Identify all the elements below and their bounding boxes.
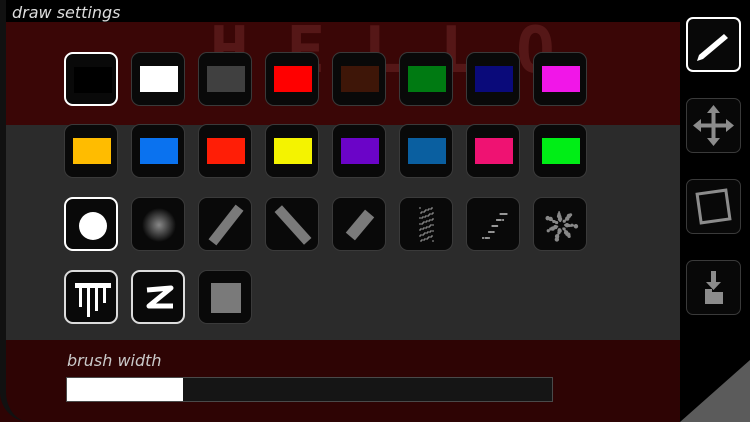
color-chip bbox=[408, 66, 446, 92]
color-swatch-blue[interactable] bbox=[131, 124, 185, 178]
color-swatch-navy[interactable] bbox=[466, 52, 520, 106]
brush-chisel-small[interactable] bbox=[332, 197, 386, 251]
brush-width-fill bbox=[67, 378, 184, 401]
color-chip bbox=[475, 66, 513, 92]
corner-resize-handle[interactable] bbox=[680, 360, 750, 422]
brush-drip[interactable] bbox=[64, 270, 118, 324]
panel-title: draw settings bbox=[12, 3, 121, 22]
brush-round-hard-icon bbox=[79, 212, 107, 240]
color-chip bbox=[274, 138, 312, 164]
color-swatch-green[interactable] bbox=[399, 52, 453, 106]
brush-width-slider[interactable] bbox=[66, 377, 553, 402]
brush-chisel-small-icon bbox=[345, 209, 375, 241]
brush-zigzag-marker-icon bbox=[146, 285, 174, 309]
color-chip bbox=[408, 138, 446, 164]
brush-spray-streak[interactable] bbox=[466, 197, 520, 251]
brush-round-soft[interactable] bbox=[131, 197, 185, 251]
color-swatch-orange[interactable] bbox=[64, 124, 118, 178]
color-chip bbox=[140, 138, 178, 164]
color-swatch-white[interactable] bbox=[131, 52, 185, 106]
color-chip bbox=[542, 66, 580, 92]
color-chip bbox=[341, 138, 379, 164]
brush-square-icon bbox=[211, 283, 241, 313]
move-arrows-icon bbox=[693, 105, 734, 146]
color-chip bbox=[73, 138, 111, 164]
pencil-tool-button[interactable] bbox=[686, 17, 741, 72]
move-tool-button[interactable] bbox=[686, 98, 741, 153]
color-swatch-magenta[interactable] bbox=[533, 52, 587, 106]
color-chip bbox=[542, 138, 580, 164]
pencil-icon bbox=[697, 34, 728, 61]
color-swatch-yellow[interactable] bbox=[265, 124, 319, 178]
color-chip bbox=[74, 67, 112, 93]
brush-spray-fine-icon bbox=[419, 207, 434, 242]
brush-round-soft-icon bbox=[142, 208, 176, 242]
brush-drip-icon bbox=[75, 283, 111, 317]
color-swatch-purple[interactable] bbox=[332, 124, 386, 178]
color-swatch-steel-blue[interactable] bbox=[399, 124, 453, 178]
color-chip bbox=[274, 66, 312, 92]
color-swatch-brown[interactable] bbox=[332, 52, 386, 106]
canvas-frame-icon bbox=[695, 188, 732, 225]
brush-square[interactable] bbox=[198, 270, 252, 324]
color-chip bbox=[475, 138, 513, 164]
brush-spray-streak-icon bbox=[482, 213, 508, 239]
brush-chisel-diagonal-right[interactable] bbox=[198, 197, 252, 251]
color-swatch-black[interactable] bbox=[64, 52, 118, 106]
download-folder-icon bbox=[705, 271, 723, 304]
color-chip bbox=[140, 66, 178, 92]
brush-chisel-diagonal-right-icon bbox=[208, 204, 244, 246]
save-tool-button[interactable] bbox=[686, 260, 741, 315]
color-chip bbox=[207, 138, 245, 164]
canvas-tool-button[interactable] bbox=[686, 179, 741, 234]
color-swatch-red-orange[interactable] bbox=[198, 124, 252, 178]
brush-spray-fine[interactable] bbox=[399, 197, 453, 251]
brush-chisel-diagonal-left[interactable] bbox=[265, 197, 319, 251]
brush-round-hard[interactable] bbox=[64, 197, 118, 251]
color-swatch-gray[interactable] bbox=[198, 52, 252, 106]
color-swatch-pink[interactable] bbox=[466, 124, 520, 178]
brush-width-label: brush width bbox=[67, 351, 162, 370]
color-swatch-red[interactable] bbox=[265, 52, 319, 106]
brush-splatter[interactable] bbox=[533, 197, 587, 251]
brush-chisel-diagonal-left-icon bbox=[274, 205, 312, 245]
color-chip bbox=[341, 66, 379, 92]
brush-splatter-icon bbox=[545, 211, 579, 242]
color-chip bbox=[207, 66, 245, 92]
brush-zigzag-marker[interactable] bbox=[131, 270, 185, 324]
color-swatch-lime[interactable] bbox=[533, 124, 587, 178]
